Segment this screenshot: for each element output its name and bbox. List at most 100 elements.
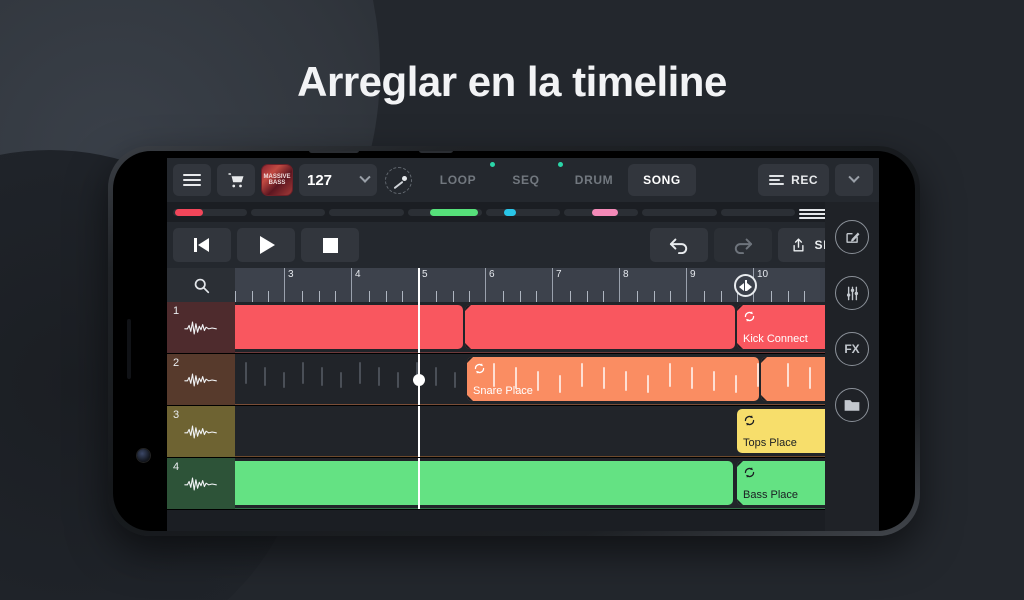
midi-note-marker	[581, 363, 583, 387]
midi-note-marker	[245, 362, 247, 384]
mixer-sliders-icon	[769, 175, 785, 185]
tab-seq[interactable]: SEQ	[492, 162, 563, 196]
record-button[interactable]: REC	[758, 164, 829, 196]
playhead-drag-handle[interactable]	[413, 374, 425, 386]
track-number: 3	[173, 409, 180, 421]
search-button[interactable]	[167, 268, 235, 302]
edit-pencil-icon[interactable]	[835, 220, 869, 254]
mixer-sliders-icon[interactable]	[835, 276, 869, 310]
midi-note-marker	[787, 363, 789, 387]
ruler-sub-tick	[503, 291, 504, 302]
track-lane[interactable]: spire Bass Place	[235, 458, 879, 509]
play-button[interactable]	[237, 228, 295, 262]
ruler-sub-tick	[335, 291, 336, 302]
play-icon	[260, 236, 275, 254]
waveform-icon	[184, 372, 217, 387]
ruler-bar-segment: 2	[235, 268, 284, 302]
ruler-sub-tick	[721, 291, 722, 302]
right-tool-rail: FX	[825, 202, 879, 531]
waveform-icon	[184, 476, 217, 491]
track-row: 3 Tops Place	[167, 406, 879, 458]
overview-clip-pill	[592, 208, 619, 216]
loop-icon	[744, 415, 755, 426]
timeline-clip[interactable]: Snare Place	[467, 357, 759, 401]
timeline-clip[interactable]: ce	[235, 305, 463, 349]
midi-note-marker	[359, 362, 361, 384]
shopping-cart-icon[interactable]	[217, 164, 255, 196]
sound-pack-artwork[interactable]: MASSIVE BASS	[261, 164, 293, 196]
timeline-clip[interactable]	[465, 305, 735, 349]
expand-panel-button[interactable]	[835, 164, 873, 196]
ruler-bar-number: 8	[623, 269, 629, 280]
playhead-ruler-marker[interactable]	[418, 268, 420, 302]
ruler-sub-tick	[771, 291, 772, 302]
midi-note-marker	[283, 372, 285, 388]
midi-note-marker	[559, 375, 561, 393]
folder-icon[interactable]	[835, 388, 869, 422]
playhead[interactable]	[418, 406, 420, 457]
track-header[interactable]: 4	[167, 458, 235, 509]
phone-bezel: MASSIVE BASS 127 LOOP SEQ DRUM SONG REC …	[113, 151, 915, 531]
track-number: 2	[173, 357, 180, 369]
waveform-icon	[184, 320, 217, 335]
track-lane[interactable]: Tops Place	[235, 406, 879, 457]
bpm-selector[interactable]: 127	[299, 164, 377, 196]
tempo-knob[interactable]	[385, 166, 412, 194]
stop-icon	[322, 237, 338, 253]
redo-button[interactable]	[714, 228, 773, 262]
timeline-clip[interactable]: spire	[235, 461, 733, 505]
chevron-down-icon	[359, 171, 371, 183]
mode-tabs: LOOP SEQ DRUM SONG	[424, 162, 752, 196]
phone-front-camera	[137, 449, 150, 462]
ruler-bar-number: 10	[757, 269, 769, 280]
ruler-bar-segment: 5	[418, 268, 485, 302]
fx-icon[interactable]: FX	[835, 332, 869, 366]
ruler-sub-tick	[402, 291, 403, 302]
stop-button[interactable]	[301, 228, 359, 262]
redo-icon	[735, 238, 753, 254]
phone-earpiece-speaker	[127, 319, 131, 379]
snap-arrow-left	[739, 283, 745, 291]
search-icon	[194, 278, 209, 293]
midi-note-marker	[378, 367, 380, 386]
midi-note-marker	[435, 367, 437, 386]
ruler-bar-segment: 6	[485, 268, 552, 302]
ruler-sub-tick	[804, 291, 805, 302]
hamburger-icon[interactable]	[173, 164, 211, 196]
chevron-down-icon	[848, 171, 860, 183]
track-lane[interactable]: Snare Place	[235, 354, 879, 405]
midi-note-marker	[757, 363, 759, 387]
share-upload-icon	[793, 238, 805, 252]
track-header[interactable]: 1	[167, 302, 235, 353]
transport-bar: SHARE	[167, 222, 879, 268]
ruler-bar-number: 3	[288, 269, 294, 280]
ruler-bar-segment: 10	[753, 268, 820, 302]
midi-note-marker	[264, 367, 266, 386]
overview-cell	[564, 208, 639, 216]
ruler-bar-number: 5	[422, 269, 428, 280]
tab-loop[interactable]: LOOP	[424, 162, 495, 196]
undo-button[interactable]	[650, 228, 709, 262]
track-header[interactable]: 2	[167, 354, 235, 405]
midi-note-marker	[713, 371, 715, 391]
rewind-button[interactable]	[173, 228, 231, 262]
overview-cell	[720, 208, 795, 216]
clip-label: Tops Place	[743, 437, 797, 449]
track-header[interactable]: 3	[167, 406, 235, 457]
ruler-sub-tick	[788, 291, 789, 302]
tab-song[interactable]: SONG	[628, 164, 696, 196]
tab-drum[interactable]: DRUM	[560, 164, 628, 196]
midi-note-marker	[302, 362, 304, 384]
clip-label: Bass Place	[743, 489, 799, 501]
tempo-knob-indicator	[402, 175, 407, 181]
timeline-ruler[interactable]: 23 4 5 6 7 8 9 10	[235, 268, 879, 302]
track-lane[interactable]: ce Kick Connect	[235, 302, 879, 353]
midi-note-marker	[691, 367, 693, 389]
track-list: 1 ce Kick Connect 2 Snare Place 3 Tops Place 4 s…	[167, 302, 879, 510]
page-title: Arreglar en la timeline	[297, 58, 727, 105]
overview-clip-pill	[503, 208, 516, 216]
timeline-overview-strip[interactable]	[167, 202, 879, 222]
overview-cell	[329, 208, 404, 216]
tab-song-label: SONG	[643, 173, 681, 187]
clip-edge-notch	[465, 305, 471, 311]
